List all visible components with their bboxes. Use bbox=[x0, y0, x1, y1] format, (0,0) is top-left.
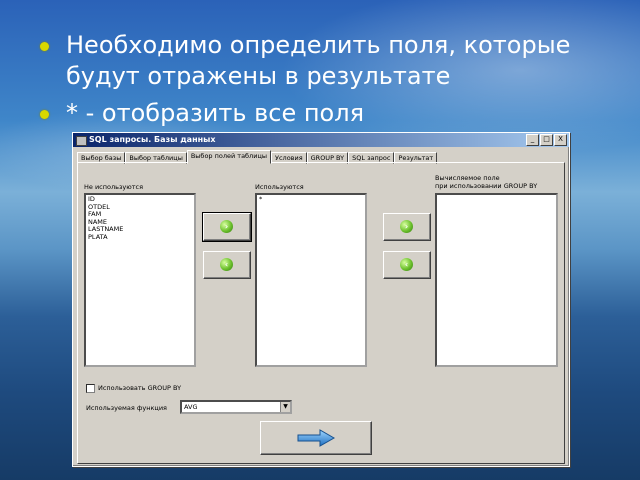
function-select[interactable]: AVG ▼ bbox=[180, 400, 292, 414]
used-fields-list[interactable]: * bbox=[255, 193, 367, 367]
bullet-item: * - отобразить все поля bbox=[40, 98, 620, 129]
list-item[interactable]: PLATA bbox=[88, 233, 192, 242]
computed-field-label-line1: Вычисляемое поле bbox=[435, 174, 500, 182]
maximize-button[interactable]: □ bbox=[540, 134, 553, 146]
function-label: Используемая функция bbox=[86, 404, 167, 412]
group-by-checkbox[interactable] bbox=[86, 384, 95, 393]
chevron-down-icon[interactable]: ▼ bbox=[280, 402, 290, 412]
bullet-text: Необходимо определить поля, которые буду… bbox=[66, 31, 571, 90]
slide-bullets: Необходимо определить поля, которые буду… bbox=[40, 30, 620, 135]
minimize-button[interactable]: _ bbox=[526, 134, 539, 146]
next-step-button[interactable] bbox=[260, 421, 372, 455]
app-icon bbox=[76, 136, 87, 146]
close-button[interactable]: X bbox=[554, 134, 567, 146]
fields-tab-panel: Не используются ID OTDEL FAM NAME LASTNA… bbox=[77, 162, 565, 464]
window-controls: _ □ X bbox=[526, 134, 567, 146]
tab-select-fields[interactable]: Выбор полей таблицы bbox=[186, 150, 271, 164]
title-bar[interactable]: SQL запросы. Базы данных _ □ X bbox=[73, 133, 569, 147]
tab-strip: Выбор базы Выбор таблицы Выбор полей таб… bbox=[77, 150, 438, 164]
sql-query-window: SQL запросы. Базы данных _ □ X Выбор баз… bbox=[72, 132, 570, 467]
add-field-button[interactable]: › bbox=[202, 212, 252, 242]
bullet-text: * - отобразить все поля bbox=[66, 99, 365, 127]
window-title: SQL запросы. Базы данных bbox=[89, 135, 216, 144]
bullet-dot-icon bbox=[40, 110, 49, 119]
remove-computed-field-button[interactable]: ‹ bbox=[383, 251, 431, 279]
green-arrow-right-icon: › bbox=[400, 220, 413, 233]
add-computed-field-button[interactable]: › bbox=[383, 213, 431, 241]
bullet-dot-icon bbox=[40, 42, 49, 51]
computed-fields-list[interactable] bbox=[435, 193, 558, 367]
blue-arrow-right-icon bbox=[297, 429, 336, 447]
list-item[interactable]: OTDEL bbox=[88, 203, 192, 212]
unused-fields-list[interactable]: ID OTDEL FAM NAME LASTNAME PLATA bbox=[84, 193, 196, 367]
remove-field-button[interactable]: ‹ bbox=[203, 251, 251, 279]
computed-field-label-line2: при использовании GROUP BY bbox=[435, 182, 538, 190]
function-select-value: AVG bbox=[184, 403, 198, 411]
bullet-item: Необходимо определить поля, которые буду… bbox=[40, 30, 620, 92]
green-arrow-left-icon: ‹ bbox=[220, 258, 233, 271]
list-item[interactable]: * bbox=[259, 195, 363, 204]
unused-fields-label: Не используются bbox=[84, 183, 144, 191]
green-arrow-left-icon: ‹ bbox=[400, 258, 413, 271]
group-by-checkbox-label: Использовать GROUP BY bbox=[98, 384, 182, 392]
green-arrow-right-icon: › bbox=[220, 220, 233, 233]
used-fields-label: Используются bbox=[255, 183, 304, 191]
